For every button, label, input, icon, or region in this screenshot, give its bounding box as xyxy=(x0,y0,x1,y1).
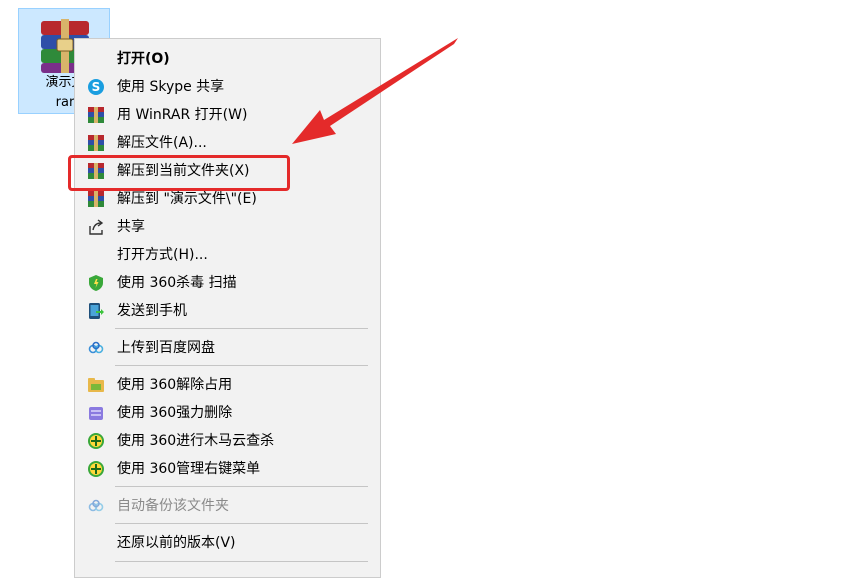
menu-separator xyxy=(115,486,368,487)
menu-separator xyxy=(115,523,368,524)
menu-item-send-to-phone[interactable]: 发送到手机 xyxy=(75,298,380,324)
menu-item-share[interactable]: 共享 xyxy=(75,214,380,240)
delete-icon xyxy=(89,407,103,420)
menu-item-label: 解压文件(A)... xyxy=(117,135,207,151)
menu-item-label: 使用 360管理右键菜单 xyxy=(117,461,261,477)
menu-item-label: 使用 360解除占用 xyxy=(117,377,233,393)
menu-item-label: 共享 xyxy=(117,219,145,235)
unlock-icon xyxy=(88,378,104,392)
menu-item-360-trojan-scan[interactable]: 使用 360进行木马云查杀 xyxy=(75,428,380,454)
skype-icon: S xyxy=(88,79,104,95)
menu-item-label: 打开方式(H)... xyxy=(117,247,208,263)
menu-item-label: 自动备份该文件夹 xyxy=(117,498,229,514)
share-icon xyxy=(89,219,104,235)
menu-item-label: 使用 Skype 共享 xyxy=(117,79,225,95)
menu-item-360-unlock[interactable]: 使用 360解除占用 xyxy=(75,372,380,398)
plus-circle-icon xyxy=(88,461,104,477)
cloud-icon xyxy=(88,341,104,354)
phone-icon xyxy=(89,303,104,319)
shield-icon xyxy=(89,275,103,291)
menu-item-360-force-delete[interactable]: 使用 360强力删除 xyxy=(75,400,380,426)
winrar-icon xyxy=(88,191,104,207)
menu-item-label: 使用 360强力删除 xyxy=(117,405,233,421)
red-arrow-annotation xyxy=(292,38,458,144)
menu-item-label: 用 WinRAR 打开(W) xyxy=(117,107,248,123)
menu-item-360-manage-menu[interactable]: 使用 360管理右键菜单 xyxy=(75,456,380,482)
menu-item-label: 使用 360进行木马云查杀 xyxy=(117,433,275,449)
cloud-icon xyxy=(88,499,104,512)
menu-item-open-with[interactable]: 打开方式(H)... xyxy=(75,242,380,268)
menu-separator xyxy=(115,365,368,366)
menu-separator xyxy=(115,328,368,329)
menu-separator xyxy=(115,561,368,562)
winrar-icon xyxy=(88,107,104,123)
menu-item-restore-previous[interactable]: 还原以前的版本(V) xyxy=(75,530,380,556)
menu-item-label: 上传到百度网盘 xyxy=(117,340,215,356)
menu-item-label: 打开(O) xyxy=(117,51,170,67)
svg-text:S: S xyxy=(92,80,101,94)
highlight-box xyxy=(68,155,290,191)
plus-circle-icon xyxy=(88,433,104,449)
menu-item-label: 使用 360杀毒 扫描 xyxy=(117,275,237,291)
winrar-icon xyxy=(88,135,104,151)
menu-item-label: 还原以前的版本(V) xyxy=(117,535,236,551)
menu-item-auto-backup: 自动备份该文件夹 xyxy=(75,493,380,519)
menu-item-label: 发送到手机 xyxy=(117,303,187,319)
menu-item-360-scan[interactable]: 使用 360杀毒 扫描 xyxy=(75,270,380,296)
menu-item-baidu-upload[interactable]: 上传到百度网盘 xyxy=(75,335,380,361)
